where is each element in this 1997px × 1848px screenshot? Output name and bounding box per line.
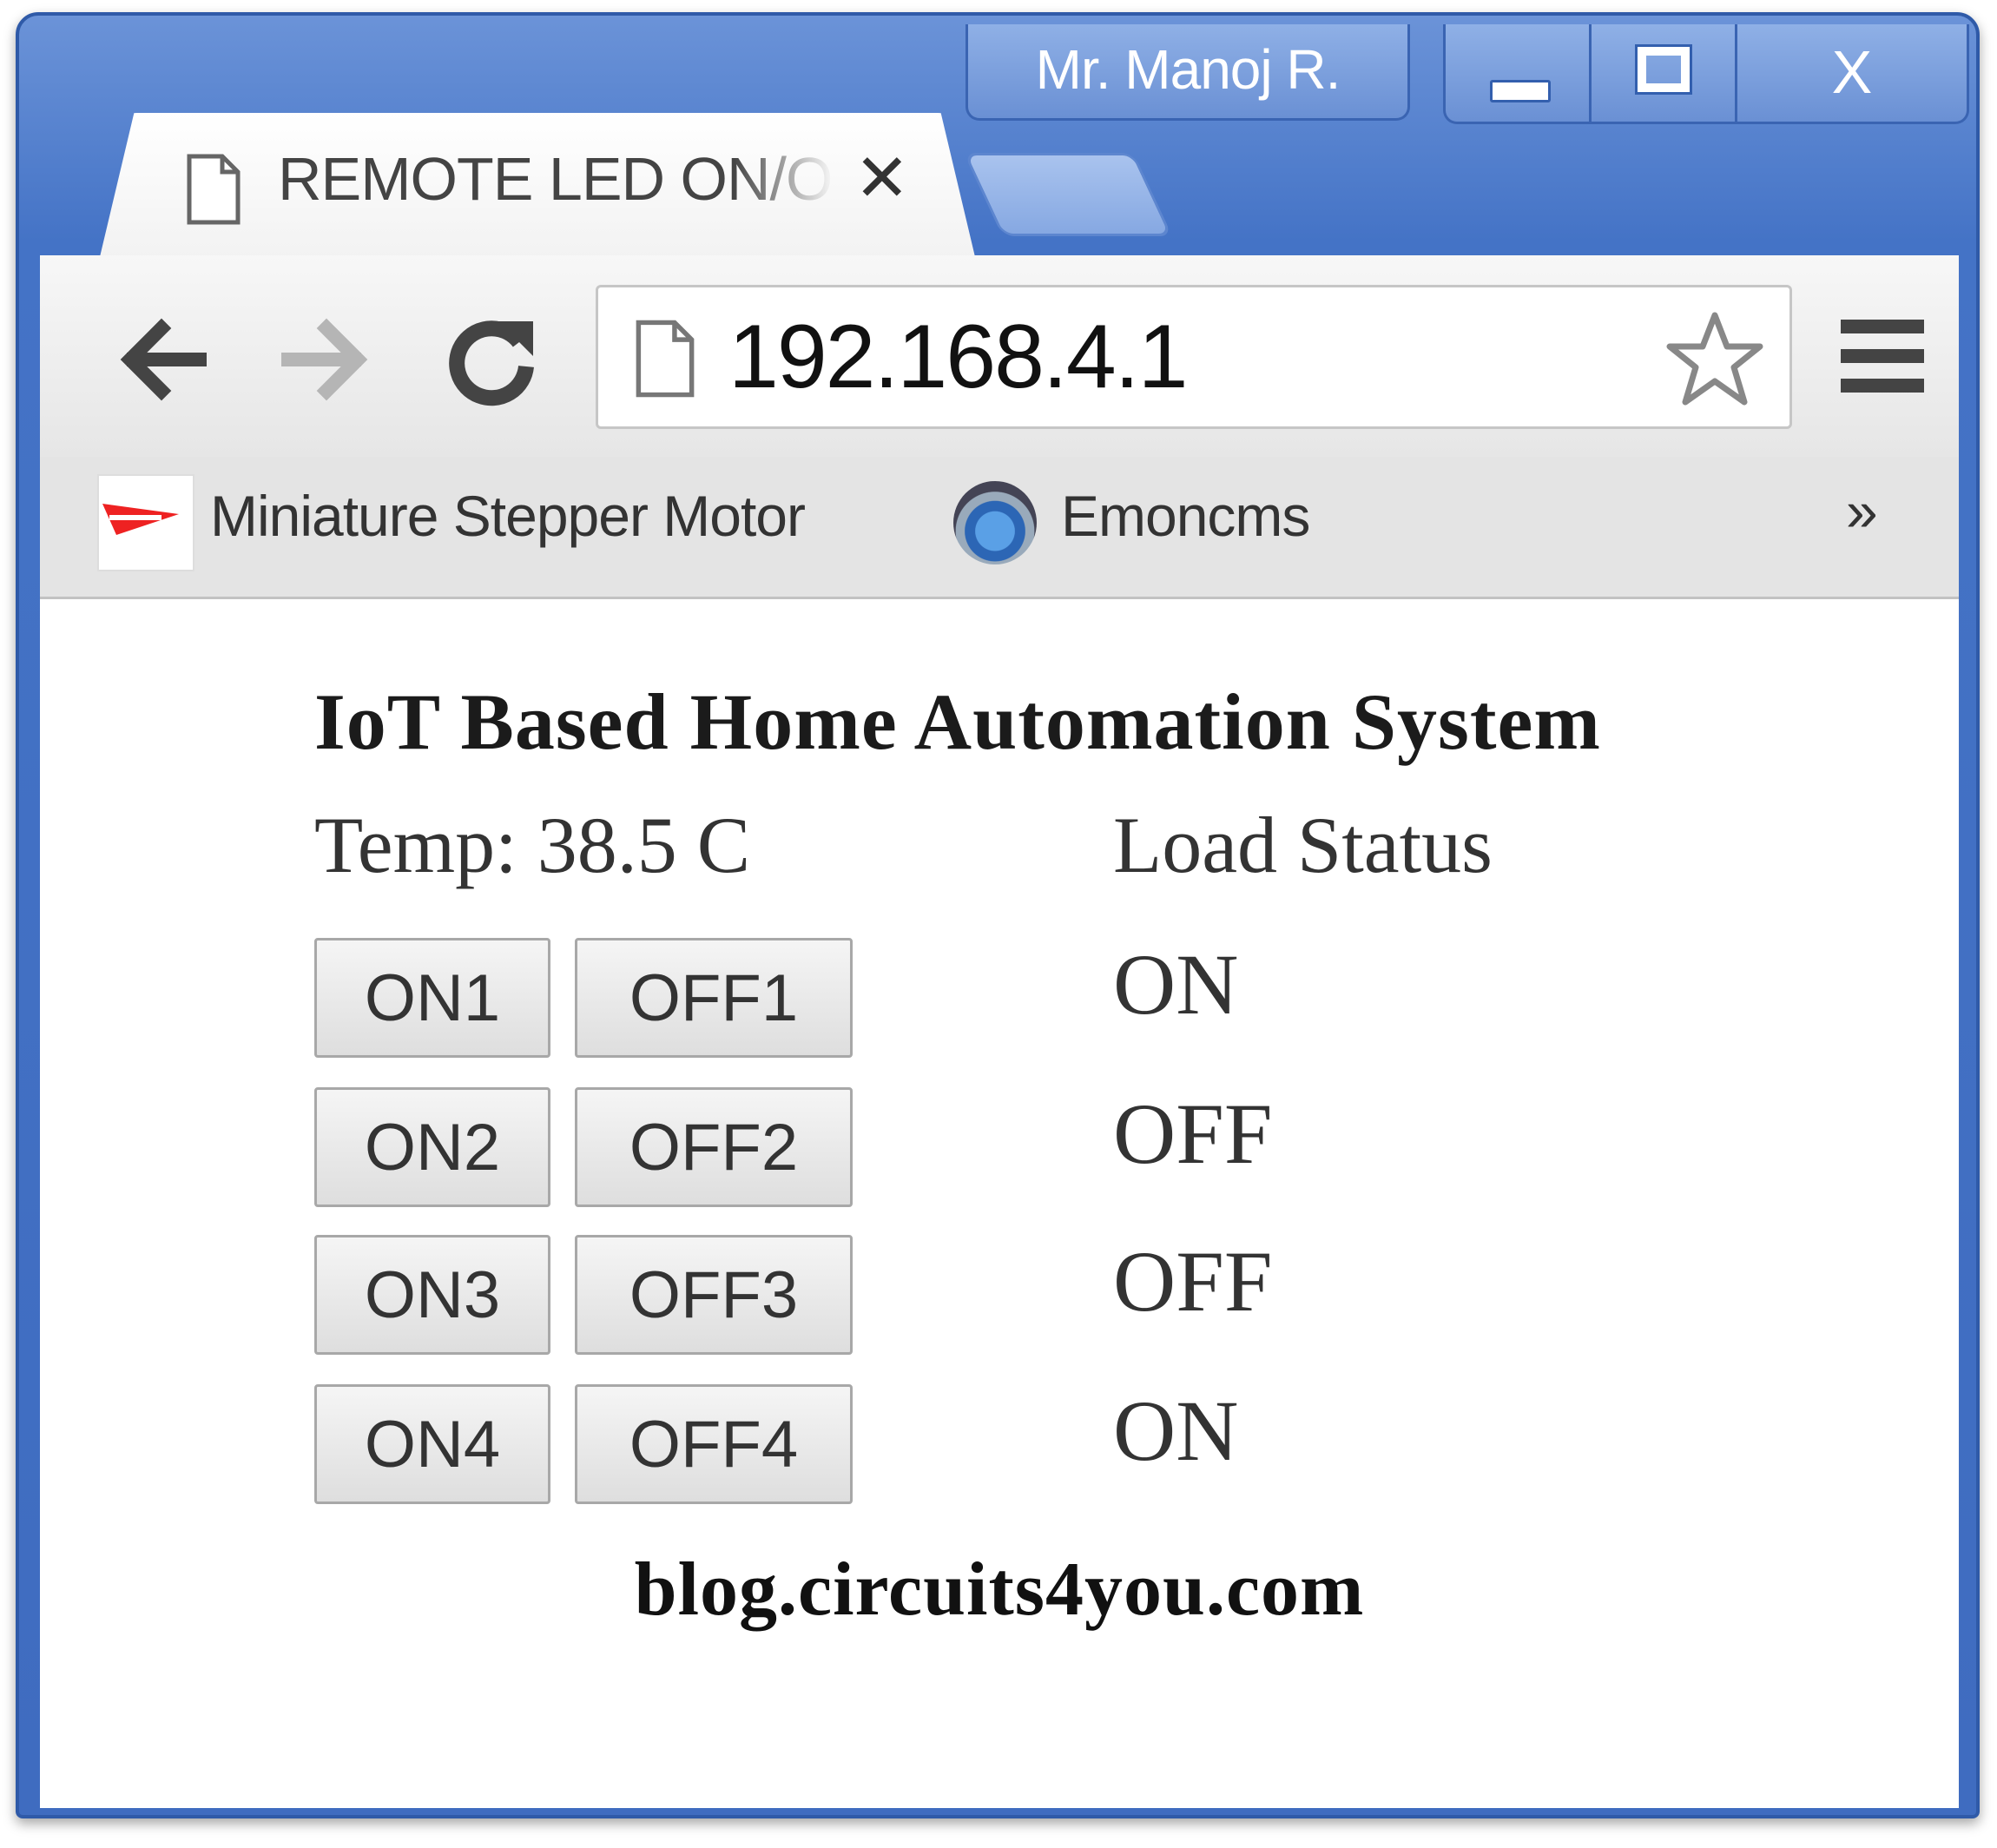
browser-tab[interactable]: REMOTE LED ON/OFF ✕ <box>99 113 976 261</box>
page-content: IoT Based Home Automation System Temp: 3… <box>40 599 1959 1808</box>
footer-site-url: blog.circuits4you.com <box>634 1548 1365 1632</box>
page-info-icon[interactable] <box>635 319 695 399</box>
load1-status: ON <box>1113 936 1239 1033</box>
more-bookmarks-icon[interactable]: » <box>1846 478 1878 544</box>
off3-button[interactable]: OFF3 <box>575 1235 853 1355</box>
off1-button[interactable]: OFF1 <box>575 938 853 1058</box>
bookmark-star-icon[interactable] <box>1663 308 1767 412</box>
maximize-icon <box>1634 44 1692 95</box>
bookmark-favicon[interactable] <box>97 474 194 571</box>
menu-icon[interactable] <box>1837 313 1928 399</box>
close-icon: X <box>1831 38 1873 106</box>
reload-icon[interactable] <box>439 307 544 412</box>
on4-button[interactable]: ON4 <box>314 1384 550 1504</box>
bookmark-item[interactable]: Emoncms <box>1061 483 1310 549</box>
bookmark-item[interactable]: Miniature Stepper Motor <box>210 483 806 549</box>
off4-button[interactable]: OFF4 <box>575 1384 853 1504</box>
emoncms-icon[interactable] <box>953 481 1037 564</box>
on1-button[interactable]: ON1 <box>314 938 550 1058</box>
minimize-icon <box>1489 80 1551 102</box>
minimize-button[interactable] <box>1446 24 1592 122</box>
close-window-button[interactable]: X <box>1737 24 1967 122</box>
page-title: IoT Based Home Automation System <box>314 677 1601 766</box>
load3-status: OFF <box>1113 1233 1273 1330</box>
off2-button[interactable]: OFF2 <box>575 1087 853 1207</box>
forward-arrow-icon[interactable] <box>274 307 379 412</box>
maximize-button[interactable] <box>1592 24 1737 122</box>
bookmarks-bar: Miniature Stepper Motor Emoncms » <box>40 457 1959 599</box>
load2-status: OFF <box>1113 1086 1273 1182</box>
tab-close-icon[interactable]: ✕ <box>854 139 910 216</box>
window-controls: X <box>1443 24 1969 124</box>
new-tab-button[interactable] <box>963 153 1173 236</box>
url-text[interactable]: 192.168.4.1 <box>728 305 1188 409</box>
back-arrow-icon[interactable] <box>109 307 214 412</box>
profile-button[interactable]: Mr. Manoj R. <box>966 24 1410 121</box>
browser-toolbar: 192.168.4.1 <box>40 255 1959 457</box>
on2-button[interactable]: ON2 <box>314 1087 550 1207</box>
page-icon <box>187 154 241 225</box>
tab-title: REMOTE LED ON/OFF <box>278 145 834 213</box>
address-bar[interactable]: 192.168.4.1 <box>596 285 1792 429</box>
load-status-header: Load Status <box>1113 801 1493 889</box>
on3-button[interactable]: ON3 <box>314 1235 550 1355</box>
stepper-site-icon <box>102 504 179 535</box>
temperature-readout: Temp: 38.5 C <box>314 801 751 889</box>
load4-status: ON <box>1113 1383 1239 1479</box>
browser-window: Mr. Manoj R. X REMOTE LED ON/OFF ✕ <box>16 12 1980 1818</box>
